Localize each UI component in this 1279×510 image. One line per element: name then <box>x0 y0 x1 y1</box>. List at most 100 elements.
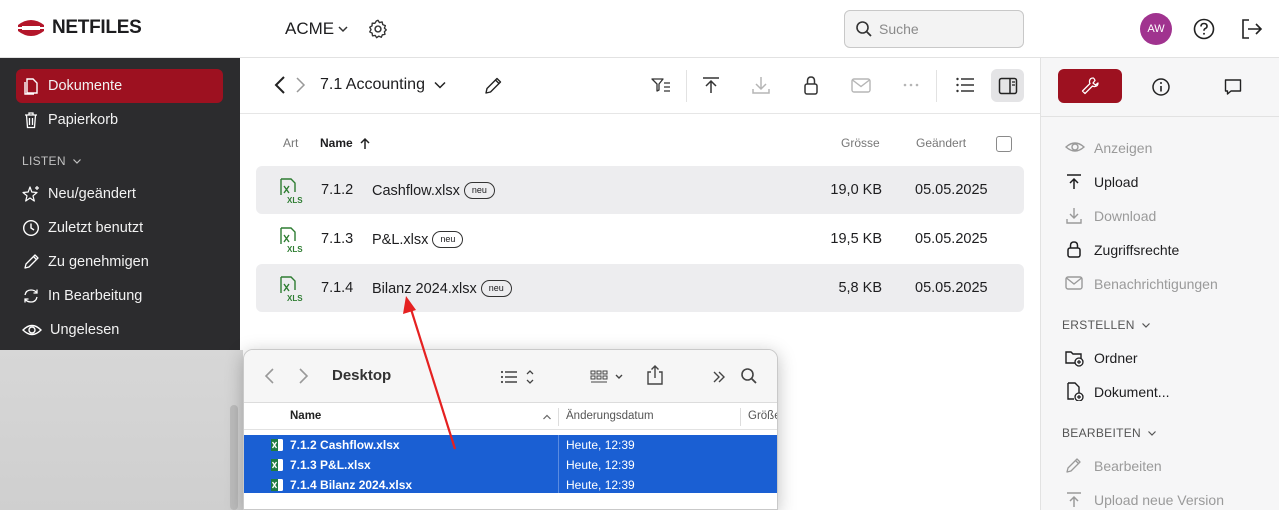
action-dokument[interactable]: Dokument... <box>1065 382 1169 401</box>
file-row[interactable]: XLS 7.1.3 P&L.xlsx neu 19,5 KB 05.05.2025 <box>256 215 1024 263</box>
tab-actions[interactable] <box>1058 69 1122 103</box>
right-panel: Anzeigen Upload Download Zugriffsrechte Bena… <box>1040 58 1279 510</box>
wrench-icon <box>1081 77 1099 95</box>
lock-icon[interactable] <box>800 74 822 96</box>
finder-file-row[interactable]: 7.1.2 Cashflow.xlsx Heute, 12:39 <box>244 435 777 455</box>
download-icon[interactable] <box>750 74 772 96</box>
sparkle-star-icon <box>22 186 39 202</box>
panel-toggle-button[interactable] <box>991 69 1024 102</box>
column-divider[interactable] <box>740 408 741 426</box>
netfiles-logo[interactable]: NETFILES <box>16 17 142 39</box>
action-label: Benachrichtigungen <box>1094 275 1218 292</box>
finder-file-row[interactable]: 7.1.4 Bilanz 2024.xlsx Heute, 12:39 <box>244 475 777 495</box>
sidebar-panel-icon <box>998 77 1017 94</box>
breadcrumb: 7.1 Accounting <box>270 70 447 100</box>
action-bearbeiten[interactable]: Bearbeiten <box>1065 456 1162 475</box>
sidebar-item-neu-geaendert[interactable]: Neu/geändert <box>16 177 223 211</box>
chevron-down-icon <box>72 159 81 164</box>
sidebar-item-dokumente[interactable]: Dokumente <box>16 69 223 103</box>
column-header-name[interactable]: Name <box>320 136 371 150</box>
action-benachrichtigungen[interactable]: Benachrichtigungen <box>1065 274 1218 293</box>
pencil-icon <box>1066 458 1081 473</box>
top-bar: NETFILES ACME AW <box>0 0 1279 58</box>
action-zugriffsrechte[interactable]: Zugriffsrechte <box>1065 240 1179 259</box>
column-header-name[interactable]: Name <box>290 410 321 422</box>
file-name[interactable]: Bilanz 2024.xlsx neu <box>372 280 512 297</box>
action-upload[interactable]: Upload <box>1065 172 1138 191</box>
user-avatar[interactable]: AW <box>1140 13 1172 45</box>
search-icon <box>856 21 872 37</box>
mail-icon[interactable] <box>850 74 872 96</box>
sidebar-item-label: Papierkorb <box>48 112 119 128</box>
section-label: BEARBEITEN <box>1062 426 1142 440</box>
comment-icon[interactable] <box>1223 77 1243 97</box>
sidebar-item-zuletzt-benutzt[interactable]: Zuletzt benutzt <box>16 211 223 245</box>
folder-title[interactable]: 7.1 Accounting <box>320 76 425 94</box>
grid-group-icon[interactable] <box>590 368 626 386</box>
svg-text:XLS: XLS <box>287 196 303 204</box>
download-icon <box>1066 208 1082 224</box>
section-bearbeiten[interactable]: BEARBEITEN <box>1062 426 1157 440</box>
search-field[interactable] <box>844 10 1024 48</box>
file-size: 19,5 KB <box>830 231 882 247</box>
finder-file-name: 7.1.3 P&L.xlsx <box>290 458 371 472</box>
more-chevrons-icon[interactable] <box>711 369 727 385</box>
excel-file-icon <box>271 459 283 471</box>
file-number: 7.1.4 <box>321 280 354 296</box>
sidebar-item-in-bearbeitung[interactable]: In Bearbeitung <box>16 279 223 313</box>
back-arrow-icon[interactable] <box>262 366 276 386</box>
tenant-selector[interactable]: ACME <box>285 19 349 39</box>
action-upload-neue-version[interactable]: Upload neue Version <box>1065 490 1224 509</box>
share-icon[interactable] <box>646 364 664 386</box>
upload-icon[interactable] <box>700 74 722 96</box>
brand-name: NETFILES <box>52 17 142 38</box>
file-name-label: P&L.xlsx <box>372 231 429 248</box>
forward-arrow-icon[interactable] <box>290 70 310 100</box>
action-download[interactable]: Download <box>1065 206 1156 225</box>
scrollbar[interactable] <box>230 405 238 510</box>
xls-file-icon: XLS <box>280 227 303 253</box>
column-divider <box>558 435 559 455</box>
sort-ascending-icon <box>360 137 370 149</box>
more-options-icon[interactable] <box>900 74 922 96</box>
finder-file-row[interactable]: 7.1.3 P&L.xlsx Heute, 12:39 <box>244 455 777 475</box>
info-icon[interactable] <box>1151 77 1171 97</box>
search-icon[interactable] <box>740 367 758 385</box>
xls-file-icon: XLS <box>280 178 303 204</box>
action-anzeigen[interactable]: Anzeigen <box>1065 138 1152 157</box>
file-row[interactable]: XLS 7.1.2 Cashflow.xlsx neu 19,0 KB 05.05.202… <box>256 166 1024 214</box>
column-header-modified[interactable]: Geändert <box>916 136 966 150</box>
folder-plus-icon <box>1065 351 1084 367</box>
action-ordner[interactable]: Ordner <box>1065 348 1138 367</box>
column-header-date[interactable]: Änderungsdatum <box>566 410 654 422</box>
sidebar-item-label: In Bearbeitung <box>48 288 143 304</box>
file-name[interactable]: Cashflow.xlsx neu <box>372 182 495 199</box>
sidebar-item-label: Zu genehmigen <box>48 254 149 270</box>
file-name[interactable]: P&L.xlsx neu <box>372 231 464 248</box>
section-erstellen[interactable]: ERSTELLEN <box>1062 318 1151 332</box>
list-view-icon[interactable] <box>954 74 976 96</box>
sidebar-section-listen[interactable]: LISTEN <box>22 154 82 168</box>
action-label: Download <box>1094 207 1157 224</box>
column-header-type[interactable]: Art <box>283 136 298 150</box>
sidebar-item-papierkorb[interactable]: Papierkorb <box>16 103 223 137</box>
file-number: 7.1.2 <box>321 182 354 198</box>
list-view-icon[interactable] <box>499 368 539 386</box>
eye-icon <box>1065 142 1085 152</box>
gear-icon[interactable] <box>367 18 389 40</box>
back-arrow-icon[interactable] <box>270 70 290 100</box>
forward-arrow-icon[interactable] <box>297 366 311 386</box>
filter-list-icon[interactable] <box>650 74 672 96</box>
sidebar-item-zu-genehmigen[interactable]: Zu genehmigen <box>16 245 223 279</box>
column-header-size[interactable]: Größe <box>748 410 777 422</box>
sidebar-item-ungelesen[interactable]: Ungelesen <box>16 313 223 347</box>
select-all-checkbox[interactable] <box>996 136 1012 152</box>
help-icon[interactable] <box>1193 18 1215 40</box>
chevron-down-icon[interactable] <box>433 78 447 92</box>
rename-pencil-icon[interactable] <box>483 76 503 96</box>
search-input[interactable] <box>879 21 1009 37</box>
logout-icon[interactable] <box>1240 18 1264 40</box>
column-divider[interactable] <box>558 408 559 426</box>
file-row[interactable]: XLS 7.1.4 Bilanz 2024.xlsx neu 5,8 KB 05.05.2… <box>256 264 1024 312</box>
column-header-size[interactable]: Grösse <box>841 136 880 150</box>
